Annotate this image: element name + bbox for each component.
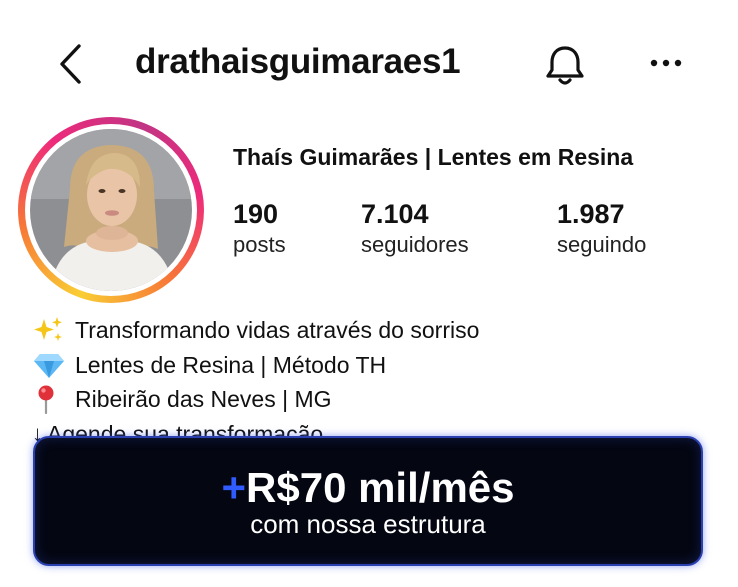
stat-label: seguidores: [361, 232, 469, 257]
more-options-button[interactable]: [645, 48, 689, 78]
stat-label: posts: [233, 232, 286, 257]
stat-value: 7.104: [361, 199, 429, 229]
bell-icon: [546, 46, 584, 85]
chevron-left-icon: [60, 44, 81, 84]
top-bar: drathaisguimaraes1: [0, 28, 738, 100]
sparkles-icon: [32, 315, 66, 345]
bio-text: Transformando vidas através do sorriso: [75, 317, 480, 343]
promo-subtitle: com nossa estrutura: [250, 509, 486, 539]
bio-line: Transformando vidas através do sorriso: [32, 313, 712, 348]
promo-title: +R$70 mil/mês: [35, 464, 701, 512]
promo-plus: +: [221, 464, 247, 511]
bio-text: Ribeirão das Neves | MG: [75, 386, 332, 412]
bio-text: Lentes de Resina | Método TH: [75, 351, 387, 378]
stat-value: 1.987: [557, 199, 625, 229]
stat-posts[interactable]: 190 posts: [233, 197, 286, 259]
stat-label: seguindo: [557, 232, 647, 257]
stat-followers[interactable]: 7.104 seguidores: [361, 197, 469, 259]
story-ring[interactable]: [18, 117, 204, 303]
stat-following[interactable]: 1.987 seguindo: [557, 197, 646, 259]
profile-username: drathaisguimaraes1: [135, 42, 461, 81]
pin-icon: [32, 384, 66, 415]
stat-value: 190: [233, 199, 279, 229]
back-button[interactable]: [52, 40, 92, 88]
profile-display-name: Thaís Guimarães | Lentes em Resina: [233, 144, 634, 170]
promo-banner[interactable]: +R$70 mil/mês com nossa estrutura: [33, 436, 703, 566]
profile-photo: [30, 129, 192, 291]
notifications-button[interactable]: [540, 40, 590, 90]
profile-bio: Transformando vidas através do sorriso L…: [32, 313, 712, 451]
avatar[interactable]: [30, 129, 192, 291]
bio-line: Lentes de Resina | Método TH: [32, 348, 712, 383]
bio-line: Ribeirão das Neves | MG: [32, 382, 712, 417]
gem-icon: [32, 350, 66, 380]
promo-amount: R$70 mil/mês: [246, 464, 515, 511]
more-horizontal-icon: [650, 59, 682, 67]
